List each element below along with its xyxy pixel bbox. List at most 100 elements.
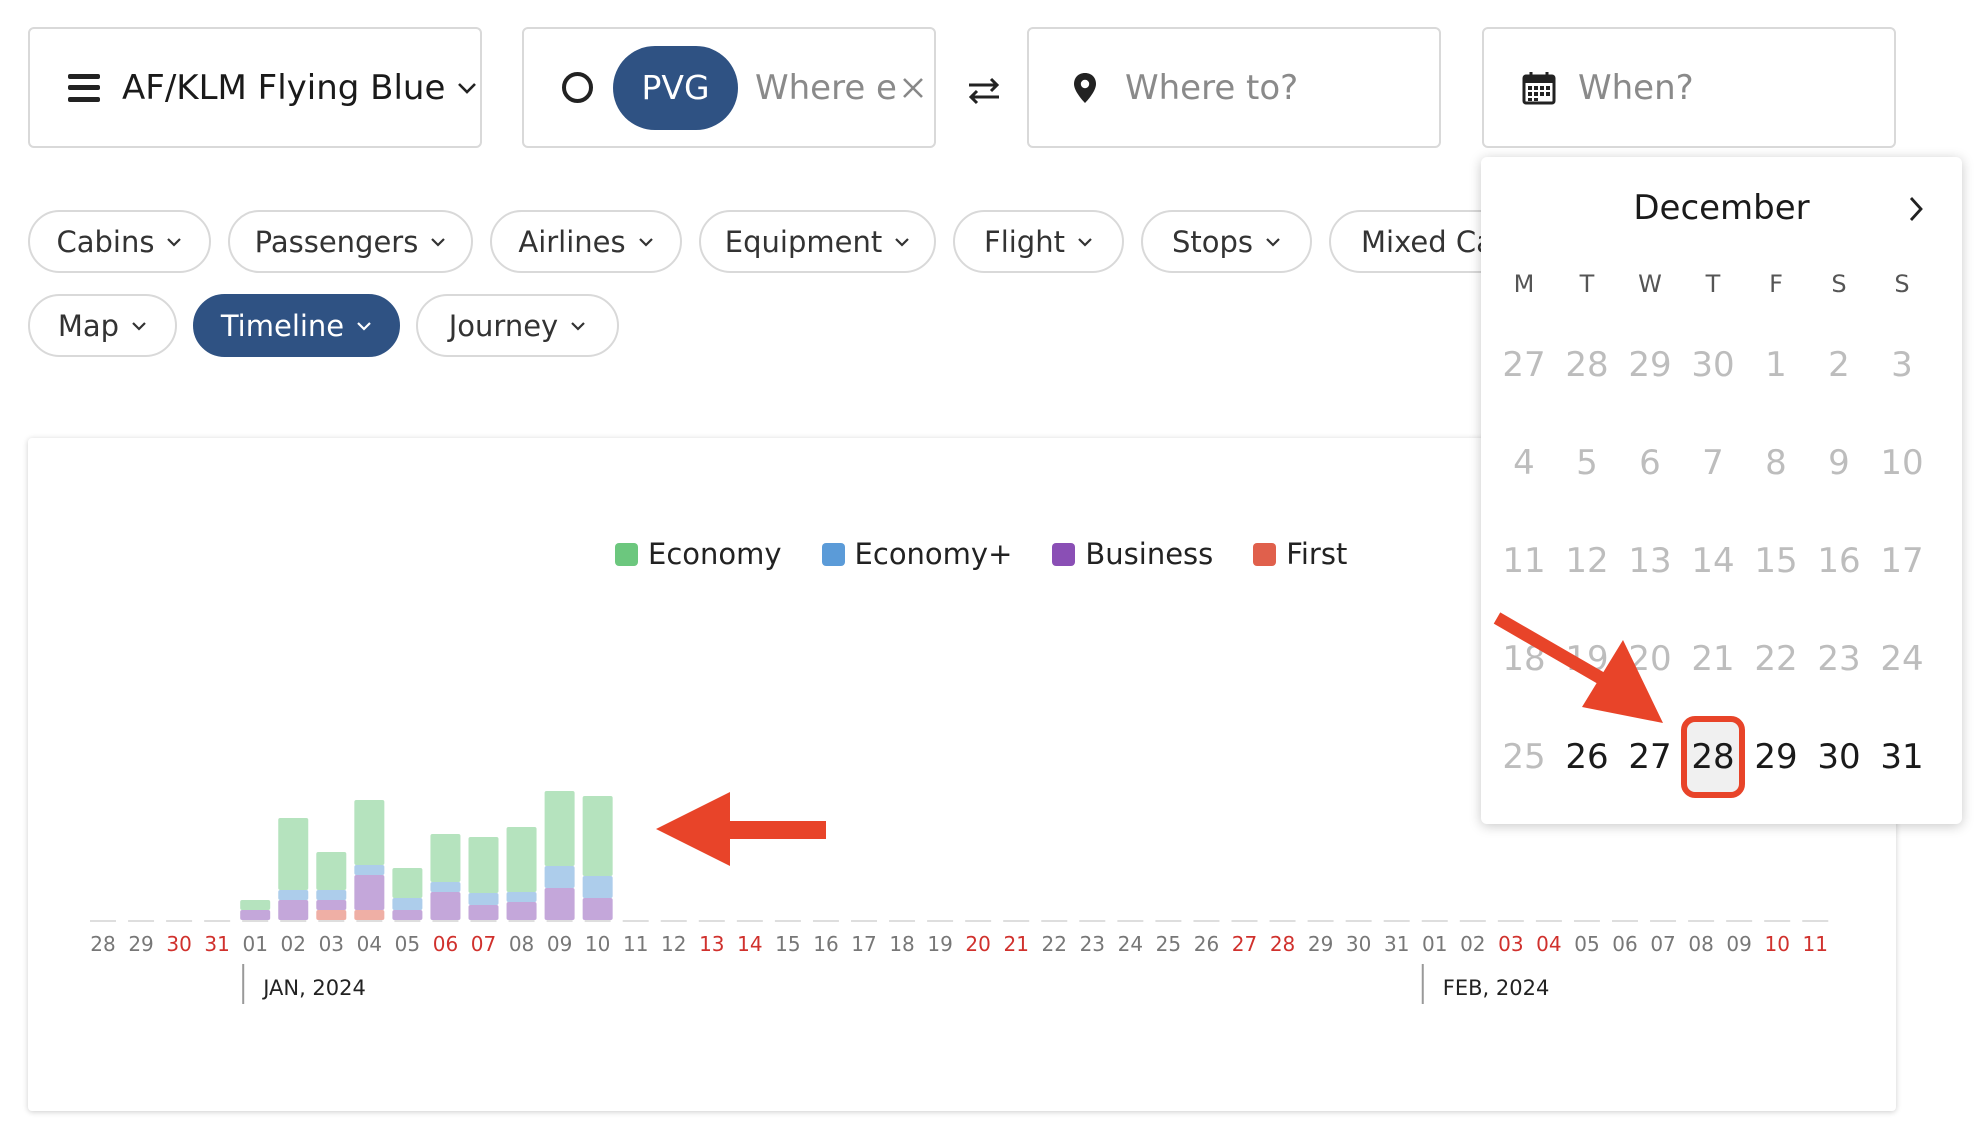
chevron-down-icon	[357, 321, 371, 331]
x-tick-label: 11	[1803, 932, 1828, 956]
origin-chip[interactable]: PVG	[613, 45, 738, 130]
bar-segment-business[interactable]	[354, 875, 385, 910]
weekday-header: M	[1513, 270, 1535, 298]
view-timeline[interactable]: Timeline	[193, 294, 400, 357]
filter-airlines[interactable]: Airlines	[490, 210, 682, 273]
bar-segment-business[interactable]	[316, 900, 347, 910]
bar-segment-economy-plus[interactable]	[392, 898, 423, 910]
chevron-down-icon	[167, 237, 182, 247]
bar-segment-economy-plus[interactable]	[506, 892, 537, 902]
x-tick-label: 14	[737, 932, 762, 956]
bar-segment-economy[interactable]	[468, 837, 499, 893]
x-tick-label: 01	[1422, 932, 1447, 956]
filter-passengers-label: Passengers	[254, 224, 419, 259]
bar-segment-business[interactable]	[506, 902, 537, 920]
destination-field[interactable]: Where to?	[1027, 27, 1441, 148]
chevron-down-icon	[571, 321, 586, 331]
bar-segment-economy-plus[interactable]	[468, 893, 499, 905]
weekday-header: T	[1579, 270, 1595, 298]
x-tick-label: 23	[1080, 932, 1105, 956]
date-field[interactable]: When?	[1482, 27, 1896, 148]
x-tick-label: 31	[1384, 932, 1409, 956]
chevron-down-icon	[458, 82, 477, 94]
calendar-icon	[1522, 71, 1556, 104]
filter-flight[interactable]: Flight	[953, 210, 1124, 273]
clear-icon[interactable]	[901, 76, 925, 100]
x-tick-label: 17	[851, 932, 876, 956]
calendar-day: 29	[1628, 345, 1672, 385]
x-tick-label: 04	[357, 932, 382, 956]
bar-segment-economy-plus[interactable]	[316, 890, 347, 900]
bar-segment-business[interactable]	[392, 910, 423, 920]
bar-segment-economy-plus[interactable]	[544, 866, 575, 888]
bar-segment-business[interactable]	[240, 910, 271, 920]
bar-segment-economy[interactable]	[354, 800, 385, 865]
destination-input[interactable]: Where to?	[1125, 68, 1298, 108]
bar-segment-economy-plus[interactable]	[278, 890, 309, 900]
bar-segment-economy[interactable]	[506, 827, 537, 892]
filter-passengers[interactable]: Passengers	[228, 210, 473, 273]
filter-equipment-label: Equipment	[724, 224, 883, 259]
bar-segment-economy-plus[interactable]	[354, 865, 385, 875]
chevron-down-icon	[132, 321, 146, 331]
bar-segment-business[interactable]	[468, 905, 499, 920]
x-tick-label: 24	[1118, 932, 1143, 956]
bar-segment-economy-plus[interactable]	[430, 882, 461, 892]
chevron-down-icon	[1266, 237, 1280, 247]
month-label: FEB, 2024	[1443, 976, 1550, 1000]
app-root: AF/KLM Flying Blue PVG Where e Where to?	[0, 0, 1988, 1146]
view-map[interactable]: Map	[28, 294, 177, 357]
x-tick-label: 01	[242, 932, 267, 956]
bar-segment-first[interactable]	[316, 910, 347, 920]
calendar-day: 3	[1891, 345, 1913, 385]
bar-segment-first[interactable]	[354, 910, 385, 920]
view-journey[interactable]: Journey	[416, 294, 619, 357]
calendar-day: 16	[1817, 541, 1861, 581]
program-name: AF/KLM Flying Blue	[122, 67, 446, 108]
x-tick-label: 31	[204, 932, 229, 956]
origin-input[interactable]: Where e	[755, 68, 897, 108]
calendar-day: 6	[1639, 443, 1661, 483]
origin-field[interactable]: PVG Where e	[522, 27, 936, 148]
bar-segment-economy[interactable]	[392, 868, 423, 898]
bar-segment-business[interactable]	[278, 900, 309, 920]
calendar-day[interactable]: 29	[1745, 726, 1807, 788]
origin-circle-icon	[562, 72, 593, 103]
filter-equipment[interactable]: Equipment	[699, 210, 936, 273]
bar-segment-economy[interactable]	[316, 852, 347, 890]
calendar-day: 4	[1513, 443, 1535, 483]
x-tick-label: 16	[813, 932, 838, 956]
weekday-header: S	[1894, 270, 1910, 298]
bar-segment-business[interactable]	[544, 888, 575, 920]
calendar-day: 30	[1691, 345, 1735, 385]
calendar-day: 28	[1565, 345, 1609, 385]
x-tick-label: 10	[585, 932, 610, 956]
swap-icon[interactable]	[967, 76, 1001, 106]
annotation-arrow-diagonal-icon	[1493, 612, 1663, 723]
calendar-month-title: December	[1633, 188, 1810, 228]
bar-segment-economy[interactable]	[278, 818, 309, 890]
bar-segment-business[interactable]	[430, 892, 461, 920]
bar-segment-economy-plus[interactable]	[582, 876, 613, 898]
x-tick-label: 15	[775, 932, 800, 956]
filter-stops[interactable]: Stops	[1141, 210, 1312, 273]
x-tick-label: 10	[1764, 932, 1789, 956]
chevron-right-icon[interactable]	[1906, 195, 1926, 223]
date-input[interactable]: When?	[1578, 68, 1694, 108]
bar-segment-economy[interactable]	[240, 900, 271, 910]
bar-segment-economy[interactable]	[544, 791, 575, 866]
calendar-day[interactable]: 30	[1808, 726, 1870, 788]
calendar-day: 15	[1754, 541, 1798, 581]
filter-cabins[interactable]: Cabins	[28, 210, 211, 273]
calendar-day: 11	[1502, 541, 1546, 581]
calendar-day: 1	[1765, 345, 1787, 385]
view-map-label: Map	[57, 308, 120, 343]
bar-segment-economy[interactable]	[582, 796, 613, 876]
calendar-day: 5	[1576, 443, 1598, 483]
x-tick-label: 18	[889, 932, 914, 956]
bar-segment-economy[interactable]	[430, 834, 461, 882]
program-selector[interactable]: AF/KLM Flying Blue	[28, 27, 482, 148]
calendar-day[interactable]: 31	[1871, 726, 1933, 788]
bar-segment-business[interactable]	[582, 898, 613, 920]
x-tick-label: 13	[699, 932, 724, 956]
